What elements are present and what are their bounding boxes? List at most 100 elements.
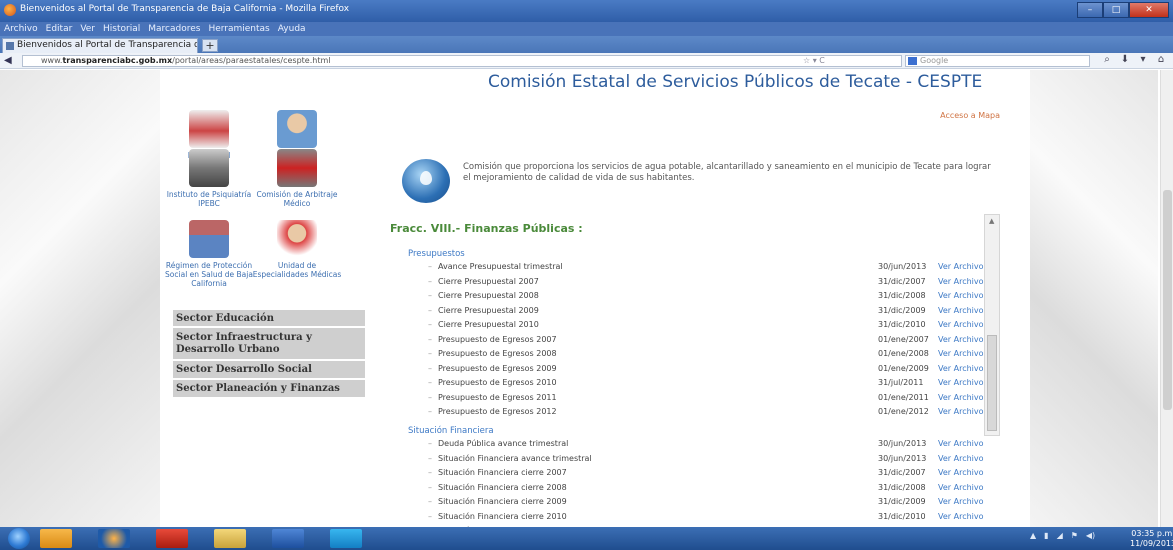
acrobat-icon[interactable]	[156, 529, 188, 548]
agency-arbitraje-medico[interactable]: Comisión de Arbitraje Médico	[252, 149, 342, 208]
bullet-icon: –	[428, 276, 432, 286]
taskbar: ▲ ▮ ◢ ⚑ ◀) 03:35 p.m. 11/09/2013	[0, 527, 1173, 550]
mapa-link[interactable]: Acceso a Mapa	[940, 111, 1000, 120]
first-aid-kit-icon	[277, 149, 317, 187]
bullet-icon: –	[428, 305, 432, 315]
ver-archivo-link[interactable]: Ver Archivo	[938, 320, 984, 329]
item-name: Presupuesto de Egresos 2010	[438, 378, 557, 387]
volume-icon[interactable]: ◀)	[1086, 531, 1095, 540]
word-icon[interactable]	[272, 529, 304, 548]
item-name: Presupuesto de Egresos 2012	[438, 407, 557, 416]
menu-ayuda[interactable]: Ayuda	[278, 22, 306, 36]
menu-ver[interactable]: Ver	[80, 22, 95, 36]
agency-label: Unidad de Especialidades Médicas	[252, 261, 342, 279]
item-date: 31/dic/2008	[878, 482, 926, 492]
ver-archivo-link[interactable]: Ver Archivo	[938, 364, 984, 373]
list-item: – Situación Financiera avance trimestral 3…	[428, 454, 988, 465]
minimize-button[interactable]: –	[1077, 2, 1103, 18]
bullet-icon: –	[428, 497, 432, 506]
ver-archivo-link[interactable]: Ver Archivo	[938, 349, 984, 358]
search-icon[interactable]: ⌕	[1098, 54, 1116, 65]
list-item: – Presupuesto de Egresos 2009 01/ene/2009 V…	[428, 364, 988, 375]
page-scrollbar-thumb[interactable]	[1163, 190, 1172, 410]
home-icon[interactable]: ⌂	[1152, 54, 1170, 65]
list-scrollbar-thumb[interactable]	[987, 335, 997, 431]
tab-label: Bienvenidos al Portal de Transparencia d…	[17, 40, 198, 50]
tab-portal[interactable]: Bienvenidos al Portal de Transparencia d…	[2, 38, 198, 53]
ver-archivo-link[interactable]: Ver Archivo	[938, 378, 984, 387]
menu-archivo[interactable]: Archivo	[4, 22, 38, 36]
ver-archivo-link[interactable]: Ver Archivo	[938, 439, 984, 448]
clock[interactable]: 03:35 p.m. 11/09/2013	[1130, 529, 1173, 549]
page-scrollbar[interactable]	[1160, 70, 1173, 527]
sector-infraestructura[interactable]: Sector Infraestructura y Desarrollo Urba…	[173, 328, 365, 360]
bullet-icon: –	[428, 453, 432, 463]
ver-archivo-link[interactable]: Ver Archivo	[938, 468, 984, 477]
item-date: 31/dic/2009	[878, 305, 926, 315]
list-scrollbar[interactable]: ▲	[984, 214, 1000, 436]
sector-desarrollo-social[interactable]: Sector Desarrollo Social	[173, 361, 365, 379]
ver-archivo-link[interactable]: Ver Archivo	[938, 512, 984, 521]
scroll-up-arrow-icon[interactable]: ▲	[989, 217, 994, 225]
maximize-button[interactable]: □	[1103, 2, 1129, 18]
item-date: 01/ene/2012	[878, 407, 929, 416]
flag-icon[interactable]: ⚑	[1071, 531, 1078, 540]
bullet-icon: –	[428, 363, 432, 373]
doctor-icon	[277, 110, 317, 148]
signal-icon[interactable]: ◢	[1057, 531, 1063, 540]
outlook-icon[interactable]	[40, 529, 72, 548]
list-item: – Presupuesto de Egresos 2008 01/ene/2008 V…	[428, 349, 988, 360]
url-host: transparenciabc.gob.mx	[62, 56, 173, 65]
decorative-background-right	[1030, 70, 1158, 527]
ver-archivo-link[interactable]: Ver Archivo	[938, 393, 984, 402]
decorative-background-left	[0, 70, 160, 527]
list-item: – Situación Financiera cierre 2010 31/dic/…	[428, 512, 988, 523]
item-name: Cierre Presupuestal 2007	[438, 276, 539, 286]
agency-especialidades-medicas[interactable]: Unidad de Especialidades Médicas	[252, 220, 342, 279]
ver-archivo-link[interactable]: Ver Archivo	[938, 497, 984, 506]
windows-start-icon[interactable]	[8, 528, 30, 549]
sector-educacion[interactable]: Sector Educación	[173, 310, 365, 327]
agency-ipebc[interactable]: Instituto de Psiquiatría IPEBC	[164, 149, 254, 208]
network-icon[interactable]: ▮	[1044, 531, 1048, 540]
ver-archivo-link[interactable]: Ver Archivo	[938, 291, 984, 300]
menu-historial[interactable]: Historial	[103, 22, 140, 36]
ver-archivo-link[interactable]: Ver Archivo	[938, 407, 984, 416]
item-date: 01/ene/2008	[878, 349, 929, 358]
close-button[interactable]: ✕	[1129, 2, 1169, 18]
ver-archivo-link[interactable]: Ver Archivo	[938, 262, 984, 271]
ver-archivo-link[interactable]: Ver Archivo	[938, 483, 984, 492]
search-bar[interactable]: Google	[905, 55, 1090, 67]
addons-icon[interactable]: ▾	[1134, 54, 1152, 65]
item-name: Cierre Presupuestal 2008	[438, 291, 539, 300]
category-presupuestos: Presupuestos	[408, 249, 465, 259]
menu-editar[interactable]: Editar	[46, 22, 73, 36]
house-icon	[189, 220, 229, 258]
menu-marcadores[interactable]: Marcadores	[148, 22, 200, 36]
firefox-icon[interactable]	[98, 529, 130, 548]
sector-planeacion-finanzas[interactable]: Sector Planeación y Finanzas	[173, 380, 365, 398]
ver-archivo-link[interactable]: Ver Archivo	[938, 306, 984, 315]
item-name: Situación Financiera cierre 2007	[438, 468, 567, 477]
finanzas-scroll-box[interactable]: Fracc. VIII.- Finanzas Públicas : Presup…	[390, 214, 1000, 527]
bullet-icon: –	[428, 291, 432, 300]
ambulance-icon	[189, 110, 229, 148]
ver-archivo-link[interactable]: Ver Archivo	[938, 277, 984, 286]
item-name: Presupuesto de Egresos 2007	[438, 334, 557, 344]
download-icon[interactable]: ⬇	[1116, 54, 1134, 65]
item-name: Presupuesto de Egresos 2011	[438, 392, 557, 402]
agency-proteccion-social[interactable]: Régimen de Protección Social en Salud de…	[164, 220, 254, 288]
back-arrow-icon[interactable]: ◀	[4, 55, 18, 67]
menu-herramientas[interactable]: Herramientas	[208, 22, 269, 36]
item-date: 01/ene/2009	[878, 363, 929, 373]
agency-label: Comisión de Arbitraje Médico	[256, 190, 338, 208]
tray-arrow-icon[interactable]: ▲	[1030, 531, 1036, 540]
ver-archivo-link[interactable]: Ver Archivo	[938, 454, 984, 463]
reload-icon[interactable]: ☆ ▾ C	[803, 56, 825, 66]
nav-toolbar: ⌕ ⬇ ▾ ⌂	[1098, 54, 1170, 65]
new-tab-button[interactable]: +	[202, 39, 218, 52]
url-bar[interactable]: www.transparenciabc.gob.mx/portal/areas/…	[22, 55, 902, 67]
explorer-icon[interactable]	[214, 529, 246, 548]
skype-icon[interactable]	[330, 529, 362, 548]
ver-archivo-link[interactable]: Ver Archivo	[938, 335, 984, 344]
